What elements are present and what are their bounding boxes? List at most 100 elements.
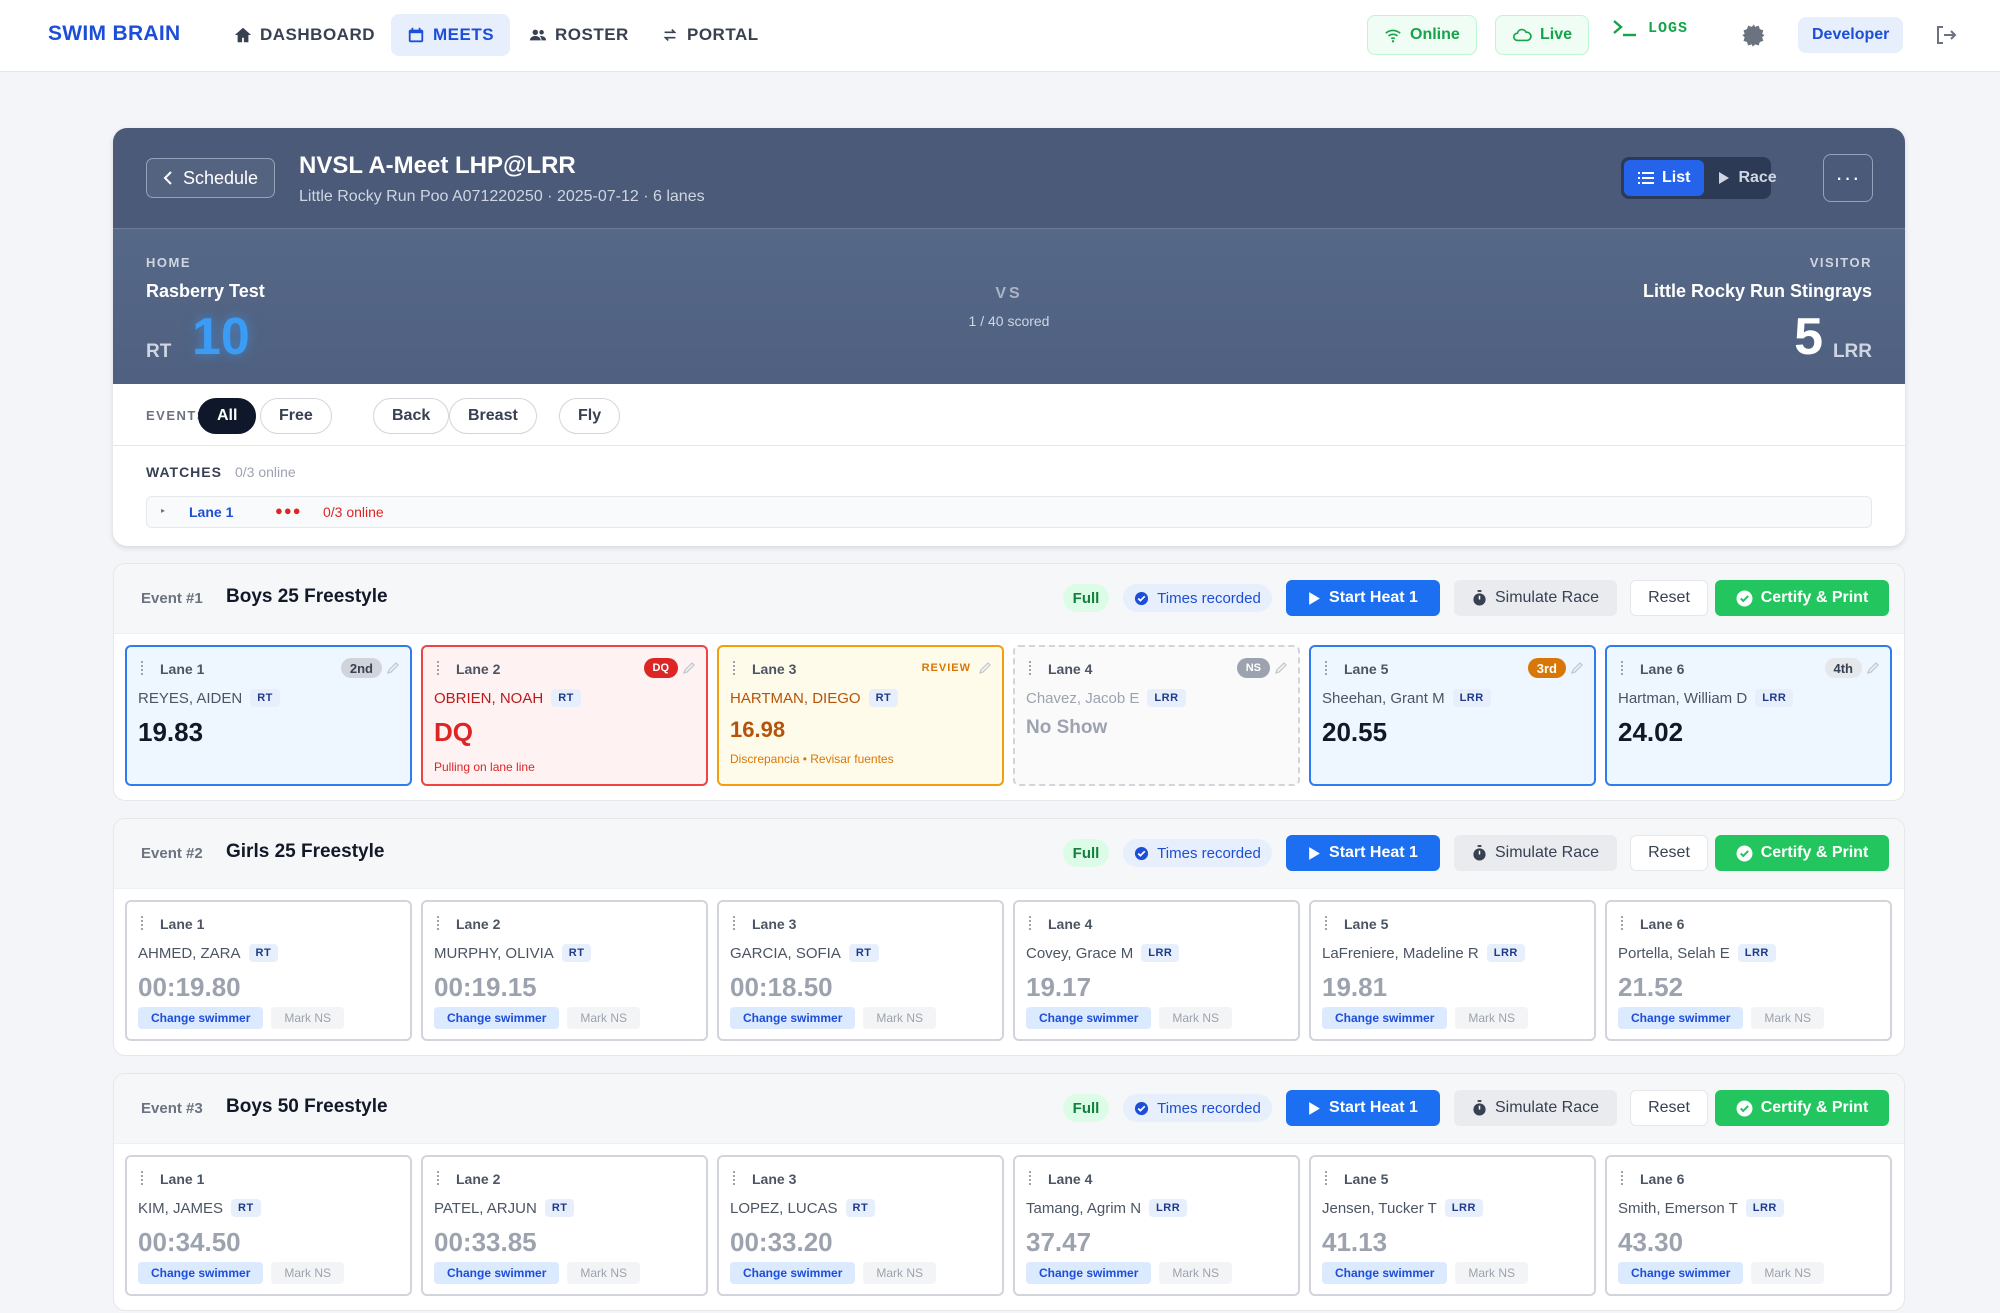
edit-pencil-icon[interactable] (978, 661, 992, 675)
change-swimmer-button[interactable]: Change swimmer (434, 1007, 560, 1029)
drag-handle-icon[interactable] (141, 1171, 145, 1185)
lane-card[interactable]: Lane 5 Sheehan, Grant M LRR 20.55 3rd (1309, 645, 1596, 786)
lane-card[interactable]: Lane 1 REYES, AIDEN RT 19.83 2nd (125, 645, 412, 786)
lane-card[interactable]: Lane 1 KIM, JAMES RT 00:34.50 Change swimmer… (125, 1155, 412, 1296)
lane-card[interactable]: Lane 1 AHMED, ZARA RT 00:19.80 Change swimme… (125, 900, 412, 1041)
drag-handle-icon[interactable] (141, 916, 145, 930)
lane-card[interactable]: Lane 2 MURPHY, OLIVIA RT 00:19.15 Change swi… (421, 900, 708, 1041)
logout-icon[interactable] (1934, 23, 1958, 47)
drag-handle-icon[interactable] (1029, 916, 1033, 930)
lane-card[interactable]: Lane 2 PATEL, ARJUN RT 00:33.85 Change swimm… (421, 1155, 708, 1296)
change-swimmer-button[interactable]: Change swimmer (1322, 1262, 1448, 1284)
drag-handle-icon[interactable] (1325, 661, 1329, 675)
lane-card[interactable]: Lane 5 LaFreniere, Madeline R LRR 19.81 Chan… (1309, 900, 1596, 1041)
reset-button[interactable]: Reset (1630, 580, 1708, 616)
developer-button[interactable]: Developer (1798, 17, 1904, 53)
expand-icon[interactable]: ▸ (161, 506, 165, 515)
online-status-button[interactable]: Online (1367, 15, 1477, 55)
drag-handle-icon[interactable] (1029, 1171, 1033, 1185)
drag-handle-icon[interactable] (437, 661, 441, 675)
change-swimmer-button[interactable]: Change swimmer (1322, 1007, 1448, 1029)
certify-print-button[interactable]: Certify & Print (1715, 580, 1889, 616)
change-swimmer-button[interactable]: Change swimmer (434, 1262, 560, 1284)
lane-card[interactable]: Lane 5 Jensen, Tucker T LRR 41.13 Change swi… (1309, 1155, 1596, 1296)
drag-handle-icon[interactable] (733, 661, 737, 675)
edit-pencil-icon[interactable] (386, 661, 400, 675)
watch-lane-row[interactable]: ▸ Lane 1 ●●● 0/3 online (146, 496, 1872, 528)
more-options-button[interactable]: ··· (1823, 154, 1873, 202)
edit-pencil-icon[interactable] (682, 661, 696, 675)
start-heat-button[interactable]: Start Heat 1 (1286, 835, 1440, 871)
lane-card[interactable]: Lane 4 Covey, Grace M LRR 19.17 Change swimm… (1013, 900, 1300, 1041)
lane-card[interactable]: Lane 2 OBRIEN, NOAH RT DQ DQ Pulling on lane … (421, 645, 708, 786)
brand-logo[interactable]: SWIM BRAIN (48, 22, 181, 46)
drag-handle-icon[interactable] (1621, 916, 1625, 930)
certify-print-button[interactable]: Certify & Print (1715, 835, 1889, 871)
lane-card[interactable]: Lane 3 GARCIA, SOFIA RT 00:18.50 Change swim… (717, 900, 1004, 1041)
list-view-button[interactable]: List (1624, 160, 1705, 196)
drag-handle-icon[interactable] (1325, 916, 1329, 930)
drag-handle-icon[interactable] (437, 1171, 441, 1185)
lane-card[interactable]: Lane 4 Tamang, Agrim N LRR 37.47 Change swim… (1013, 1155, 1300, 1296)
gear-icon[interactable] (1740, 21, 1768, 49)
reset-button[interactable]: Reset (1630, 835, 1708, 871)
start-heat-button[interactable]: Start Heat 1 (1286, 1090, 1440, 1126)
drag-handle-icon[interactable] (1325, 1171, 1329, 1185)
nav-portal[interactable]: PORTAL (645, 14, 775, 56)
mark-ns-button[interactable]: Mark NS (1159, 1007, 1233, 1029)
drag-handle-icon[interactable] (733, 916, 737, 930)
nav-dashboard[interactable]: DASHBOARD (218, 14, 391, 56)
filter-chip-breast[interactable]: Breast (449, 398, 537, 434)
lane-card[interactable]: Lane 3 HARTMAN, DIEGO RT 16.98 REVIEW Discrep… (717, 645, 1004, 786)
simulate-race-button[interactable]: Simulate Race (1454, 580, 1617, 616)
nav-roster[interactable]: ROSTER (513, 14, 645, 56)
logs-button[interactable]: LOGS (1612, 18, 1688, 38)
simulate-race-button[interactable]: Simulate Race (1454, 835, 1617, 871)
lane-card[interactable]: Lane 6 Hartman, William D LRR 24.02 4th (1605, 645, 1892, 786)
change-swimmer-button[interactable]: Change swimmer (138, 1007, 264, 1029)
back-to-schedule-button[interactable]: Schedule (146, 158, 276, 198)
filter-chip-free[interactable]: Free (260, 398, 332, 434)
mark-ns-button[interactable]: Mark NS (1455, 1262, 1529, 1284)
live-status-button[interactable]: Live (1495, 15, 1590, 55)
lane-card[interactable]: Lane 6 Portella, Selah E LRR 21.52 Change sw… (1605, 900, 1892, 1041)
mark-ns-button[interactable]: Mark NS (1751, 1262, 1825, 1284)
lane-card[interactable]: Lane 3 LOPEZ, LUCAS RT 00:33.20 Change swimm… (717, 1155, 1004, 1296)
start-heat-button[interactable]: Start Heat 1 (1286, 580, 1440, 616)
mark-ns-button[interactable]: Mark NS (1455, 1007, 1529, 1029)
edit-pencil-icon[interactable] (1274, 661, 1288, 675)
filter-chip-back[interactable]: Back (373, 398, 450, 434)
drag-handle-icon[interactable] (1621, 1171, 1625, 1185)
edit-pencil-icon[interactable] (1570, 661, 1584, 675)
change-swimmer-button[interactable]: Change swimmer (1026, 1007, 1152, 1029)
reset-button[interactable]: Reset (1630, 1090, 1708, 1126)
mark-ns-button[interactable]: Mark NS (1751, 1007, 1825, 1029)
drag-handle-icon[interactable] (1029, 661, 1033, 675)
drag-handle-icon[interactable] (733, 1171, 737, 1185)
mark-ns-button[interactable]: Mark NS (863, 1262, 937, 1284)
change-swimmer-button[interactable]: Change swimmer (138, 1262, 264, 1284)
mark-ns-button[interactable]: Mark NS (1159, 1262, 1233, 1284)
change-swimmer-button[interactable]: Change swimmer (730, 1262, 856, 1284)
race-view-button[interactable]: Race (1704, 160, 1790, 196)
drag-handle-icon[interactable] (437, 916, 441, 930)
mark-ns-button[interactable]: Mark NS (271, 1007, 345, 1029)
change-swimmer-button[interactable]: Change swimmer (730, 1007, 856, 1029)
drag-handle-icon[interactable] (141, 661, 145, 675)
filter-chip-all[interactable]: All (198, 398, 257, 434)
mark-ns-button[interactable]: Mark NS (567, 1007, 641, 1029)
lane-card[interactable]: Lane 4 Chavez, Jacob E LRR No Show NS (1013, 645, 1300, 786)
change-swimmer-button[interactable]: Change swimmer (1618, 1007, 1744, 1029)
simulate-race-button[interactable]: Simulate Race (1454, 1090, 1617, 1126)
certify-print-button[interactable]: Certify & Print (1715, 1090, 1889, 1126)
change-swimmer-button[interactable]: Change swimmer (1618, 1262, 1744, 1284)
change-swimmer-button[interactable]: Change swimmer (1026, 1262, 1152, 1284)
mark-ns-button[interactable]: Mark NS (567, 1262, 641, 1284)
drag-handle-icon[interactable] (1621, 661, 1625, 675)
lane-card[interactable]: Lane 6 Smith, Emerson T LRR 43.30 Change swi… (1605, 1155, 1892, 1296)
filter-chip-fly[interactable]: Fly (559, 398, 621, 434)
mark-ns-button[interactable]: Mark NS (271, 1262, 345, 1284)
edit-pencil-icon[interactable] (1866, 661, 1880, 675)
nav-meets[interactable]: MEETS (391, 14, 511, 56)
mark-ns-button[interactable]: Mark NS (863, 1007, 937, 1029)
